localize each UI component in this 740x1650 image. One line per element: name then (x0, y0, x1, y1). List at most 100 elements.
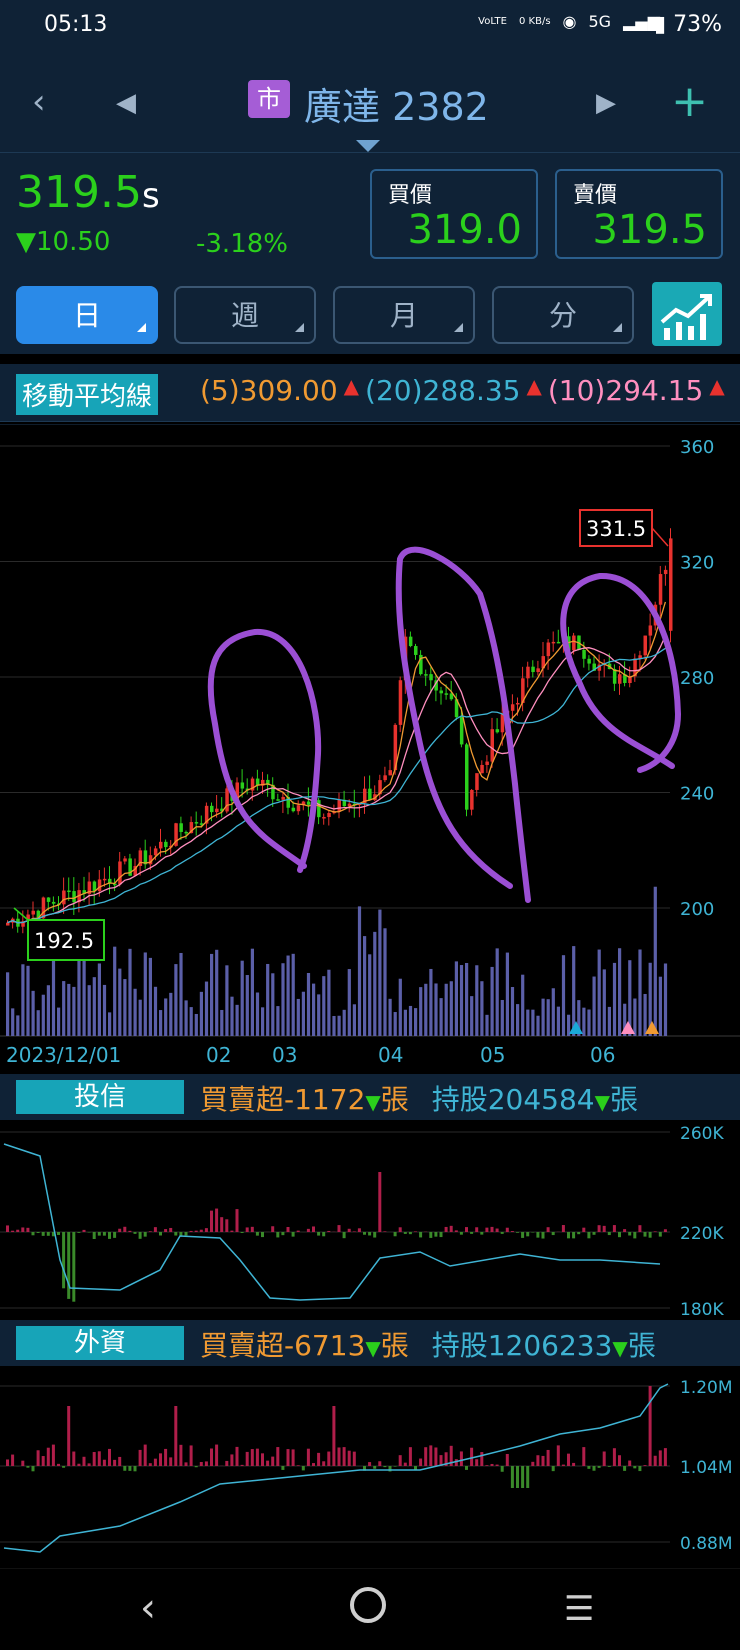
back-nav-icon[interactable]: ‹ (140, 1585, 156, 1631)
foreign-bar (204, 1461, 208, 1466)
volume-bar (6, 972, 10, 1036)
volume-bar (633, 998, 637, 1036)
volume-bar (204, 981, 209, 1036)
foreign-label[interactable]: 外資 (16, 1326, 184, 1360)
volume-bar (439, 998, 443, 1036)
foreign-net-value: -6713 (284, 1329, 366, 1362)
foreign-bar (505, 1453, 509, 1466)
bid-value: 319.0 (407, 207, 522, 253)
candle-body (424, 674, 428, 676)
y-tick-label: 200 (680, 899, 714, 920)
tab-day[interactable]: 日 (16, 286, 158, 344)
foreign-bar (332, 1406, 336, 1466)
trust-bar (434, 1232, 438, 1237)
last-price: 319.5s (16, 167, 160, 218)
foreign-bar (582, 1447, 586, 1466)
trust-bar (62, 1232, 66, 1289)
volume-bar (347, 969, 351, 1036)
trust-label[interactable]: 投信 (16, 1080, 184, 1114)
foreign-bar (57, 1463, 60, 1466)
foreign-bar (41, 1456, 45, 1466)
foreign-bar (271, 1456, 275, 1466)
trust-chart[interactable]: 260K 220K 180K (0, 1120, 740, 1316)
trust-bar (133, 1232, 137, 1234)
trust-bar (419, 1232, 423, 1238)
volume-bar (240, 960, 244, 1036)
trust-bar (526, 1232, 530, 1237)
prev-stock-icon[interactable]: ◀ (116, 88, 136, 118)
volume-bar (159, 1010, 163, 1036)
trust-bar (179, 1232, 183, 1236)
foreign-bar (572, 1462, 576, 1466)
volume-bar (612, 962, 617, 1036)
back-icon[interactable]: ‹ (32, 82, 46, 122)
trust-bar (602, 1225, 606, 1232)
volume-bar (459, 965, 464, 1036)
volume-bar (638, 949, 642, 1036)
trust-bar (21, 1227, 25, 1232)
network-label: 5G (588, 12, 612, 31)
foreign-bar (72, 1451, 76, 1466)
volume-bar (449, 981, 453, 1036)
foreign-bar (245, 1451, 249, 1466)
candle-body (306, 801, 311, 805)
foreign-chart[interactable]: 1.20M 1.04M 0.88M (0, 1366, 740, 1566)
trust-bar (449, 1225, 453, 1232)
candle-body (215, 808, 219, 813)
trust-bar (189, 1230, 193, 1232)
next-stock-icon[interactable]: ▶ (596, 88, 616, 118)
y-tick-label: 240 (680, 784, 714, 805)
menu-icon[interactable]: ☰ (564, 1589, 594, 1629)
volume-bar (505, 952, 509, 1036)
trust-bar (143, 1232, 147, 1237)
volume-bar (352, 1004, 356, 1036)
stock-title[interactable]: 廣達 2382 (304, 76, 489, 131)
foreign-bar (240, 1464, 244, 1466)
volume-bar (179, 952, 183, 1036)
trust-bar (281, 1232, 285, 1236)
chevron-down-icon[interactable] (356, 140, 380, 152)
bid-box[interactable]: 買價 319.0 (370, 169, 538, 259)
trust-bar (638, 1225, 642, 1232)
home-icon[interactable] (350, 1587, 386, 1623)
foreign-bar (567, 1453, 570, 1466)
volume-bar (230, 996, 234, 1036)
high-label: 331.5 (586, 517, 646, 541)
candle-body (408, 636, 413, 647)
trust-holding-line (3, 1143, 661, 1301)
volume-bar (342, 1009, 346, 1036)
foreign-bar (123, 1466, 127, 1471)
price-chart[interactable]: 360 320 280 240 200 2023/12/01 02 03 04 05 06 331.… (0, 424, 740, 1070)
foreign-bar (169, 1457, 173, 1466)
x-tick-label: 02 (206, 1043, 231, 1067)
volume-bar (215, 949, 219, 1036)
trust-bar (393, 1232, 397, 1237)
tab-minute[interactable]: 分 (492, 286, 634, 344)
candle-body (296, 805, 301, 812)
add-watchlist-icon[interactable]: + (671, 76, 708, 127)
trust-bar (500, 1232, 504, 1234)
volume-bar (490, 966, 494, 1036)
trust-bar (291, 1232, 295, 1237)
y-tick-label: 320 (680, 553, 714, 574)
ask-box[interactable]: 賣價 319.5 (555, 169, 723, 259)
tab-month[interactable]: 月 (333, 286, 475, 344)
trust-bar (312, 1226, 315, 1232)
tab-week[interactable]: 週 (174, 286, 316, 344)
ma-label[interactable]: 移動平均線 (16, 374, 159, 415)
foreign-bar (21, 1460, 25, 1466)
trust-bar (612, 1225, 616, 1232)
candle-body (429, 674, 433, 681)
foreign-bar (536, 1455, 540, 1466)
trust-bar (306, 1228, 310, 1232)
foreign-holding-line (3, 1383, 669, 1553)
foreign-bar (296, 1465, 300, 1466)
chart-type-button[interactable] (652, 282, 722, 346)
foreign-bar (342, 1447, 346, 1466)
candle-body (587, 658, 591, 664)
ask-value: 319.5 (592, 207, 707, 253)
trust-bar (199, 1229, 203, 1232)
volume-bar (368, 954, 372, 1036)
tab-minute-label: 分 (548, 299, 577, 332)
volume-bar (261, 1007, 265, 1036)
